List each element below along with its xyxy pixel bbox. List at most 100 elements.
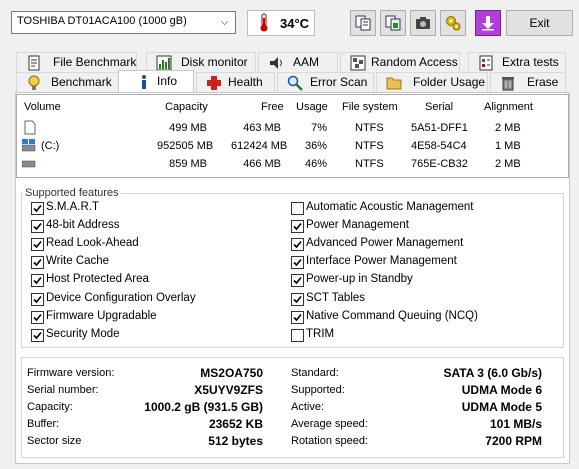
feature-label-automatic-acoustic-management: Automatic Acoustic Management xyxy=(306,201,474,213)
tab-info[interactable]: Info xyxy=(118,70,194,92)
random-access-icon xyxy=(350,55,366,71)
feature-label-s-m-a-r-t: S.M.A.R.T xyxy=(46,201,100,213)
extra-tests-icon xyxy=(479,55,493,71)
feature-label-interface-power-management: Interface Power Management xyxy=(306,255,457,268)
col-header-volume[interactable]: Volume xyxy=(24,101,61,113)
checkbox-s-m-a-r-t[interactable] xyxy=(31,202,44,215)
checkbox-device-configuration-overlay[interactable] xyxy=(31,292,44,306)
checkbox-trim[interactable] xyxy=(291,328,304,342)
feature-label-firmware-upgradable: Firmware Upgradable xyxy=(46,309,157,322)
checkbox-power-management[interactable] xyxy=(291,220,304,234)
rotation-speed-value: 7200 RPM xyxy=(485,434,542,448)
tab-benchmark[interactable]: Benchmark xyxy=(16,72,119,92)
info-icon xyxy=(142,75,146,89)
checkmark-icon xyxy=(293,223,302,231)
checkbox-write-cache[interactable] xyxy=(31,256,44,270)
feature-label-advanced-power-management: Advanced Power Management xyxy=(306,237,464,250)
screenshot-button[interactable] xyxy=(410,10,436,36)
serial-number-value: X5UYV9ZFS xyxy=(194,383,263,397)
drive-select[interactable]: TOSHIBA DT01ACA100 (1000 gB) ⌵ xyxy=(11,11,236,34)
blank-volume-icon xyxy=(24,120,36,135)
gears-icon xyxy=(446,16,461,31)
checkbox-read-look-ahead[interactable] xyxy=(31,238,44,252)
buffer-label: Buffer: xyxy=(27,418,60,430)
temperature-display: 34°C xyxy=(247,10,315,36)
checkbox-security-mode[interactable] xyxy=(31,328,44,342)
copy-text-button[interactable] xyxy=(350,10,376,36)
col-header-free[interactable]: Free xyxy=(261,101,284,113)
checkmark-icon xyxy=(293,277,302,285)
tab-file-benchmark[interactable]: File Benchmark xyxy=(16,52,137,72)
feature-label-48-bit-address: 48-bit Address xyxy=(46,219,120,232)
feature-label-sct-tables: SCT Tables xyxy=(306,291,366,304)
camera-icon xyxy=(416,17,430,29)
rotation-speed-label: Rotation speed: xyxy=(291,435,369,447)
trash-icon xyxy=(502,77,514,91)
tab-error-scan[interactable]: Error Scan xyxy=(277,72,374,92)
drive-icon xyxy=(22,160,36,168)
checkbox-advanced-power-management[interactable] xyxy=(291,238,304,252)
capacity-value: 1000.2 gB (931.5 GB) xyxy=(144,400,263,414)
download-button[interactable] xyxy=(475,10,501,36)
thermometer-icon xyxy=(260,13,268,32)
feature-label-security-mode: Security Mode xyxy=(46,327,120,340)
volume-list[interactable]: Volume Capacity Free Usage File system S… xyxy=(16,94,569,178)
options-button[interactable] xyxy=(440,10,466,36)
firmware-version-label: Firmware version: xyxy=(27,367,115,379)
checkbox-interface-power-management[interactable] xyxy=(291,256,304,270)
file-benchmark-icon xyxy=(28,55,40,71)
checkmark-icon xyxy=(33,223,42,231)
copy-image-icon xyxy=(385,15,401,31)
speaker-icon xyxy=(270,57,282,69)
checkmark-icon xyxy=(293,241,302,249)
checkmark-icon xyxy=(33,259,42,267)
supported-mode-value: UDMA Mode 6 xyxy=(461,383,542,397)
feature-label-device-configuration-overlay: Device Configuration Overlay xyxy=(46,291,196,304)
checkbox-native-command-queuing-ncq[interactable] xyxy=(291,310,304,324)
col-header-capacity[interactable]: Capacity xyxy=(165,101,208,113)
checkbox-host-protected-area[interactable] xyxy=(31,274,44,288)
tab-folder-usage[interactable]: Folder Usage xyxy=(376,72,488,92)
col-header-alignment[interactable]: Alignment xyxy=(484,101,533,113)
supported-features-group xyxy=(21,193,564,348)
checkmark-icon xyxy=(33,331,42,339)
feature-label-native-command-queuing-ncq: Native Command Queuing (NCQ) xyxy=(306,309,478,322)
tab-aam[interactable]: AAM xyxy=(258,52,338,72)
exit-button[interactable]: Exit xyxy=(506,10,573,36)
copy-image-button[interactable] xyxy=(380,10,406,36)
capacity-label: Capacity: xyxy=(27,401,73,413)
checkbox-firmware-upgradable[interactable] xyxy=(31,310,44,324)
tab-extra-tests[interactable]: Extra tests xyxy=(468,52,566,72)
tab-erase[interactable]: Erase xyxy=(490,72,566,92)
firmware-version-value: MS2OA750 xyxy=(200,366,263,380)
feature-label-write-cache: Write Cache xyxy=(46,255,110,268)
checkbox-automatic-acoustic-management[interactable] xyxy=(291,202,304,215)
col-header-file-system[interactable]: File system xyxy=(342,101,398,113)
tab-random-access[interactable]: Random Access xyxy=(340,52,460,72)
table-row[interactable]: 859 MB 466 MB 46% NTFS 765E-CB32 2 MB xyxy=(17,155,568,173)
average-speed-label: Average speed: xyxy=(291,418,368,430)
feature-label-power-up-in-standby: Power-up in Standby xyxy=(306,273,413,286)
feature-label-power-management: Power Management xyxy=(306,219,409,232)
drive-select-value: TOSHIBA DT01ACA100 (1000 gB) xyxy=(17,15,187,27)
col-header-usage[interactable]: Usage xyxy=(296,101,328,113)
tab-health[interactable]: Health xyxy=(196,72,275,92)
active-mode-value: UDMA Mode 5 xyxy=(461,400,542,414)
checkmark-icon xyxy=(33,295,42,303)
chevron-down-icon[interactable]: ⌵ xyxy=(216,14,233,31)
disk-monitor-icon xyxy=(156,55,172,71)
tab-disk-monitor[interactable]: Disk monitor xyxy=(146,52,256,72)
checkmark-icon xyxy=(33,313,42,321)
table-row[interactable]: (C:) 952505 MB 612424 MB 36% NTFS 4E58-5… xyxy=(17,137,568,155)
col-header-serial[interactable]: Serial xyxy=(425,101,453,113)
checkbox-sct-tables[interactable] xyxy=(291,292,304,306)
feature-label-trim: TRIM xyxy=(306,327,335,340)
checkmark-icon xyxy=(293,259,302,267)
bulb-icon xyxy=(28,75,40,90)
windows-drive-icon xyxy=(22,139,36,152)
checkbox-power-up-in-standby[interactable] xyxy=(291,274,304,288)
table-row[interactable]: 499 MB 463 MB 7% NTFS 5A51-DFF1 2 MB xyxy=(17,119,568,137)
checkbox-48-bit-address[interactable] xyxy=(31,220,44,234)
sector-size-label: Sector size xyxy=(27,435,82,447)
magnifier-icon xyxy=(287,75,303,91)
